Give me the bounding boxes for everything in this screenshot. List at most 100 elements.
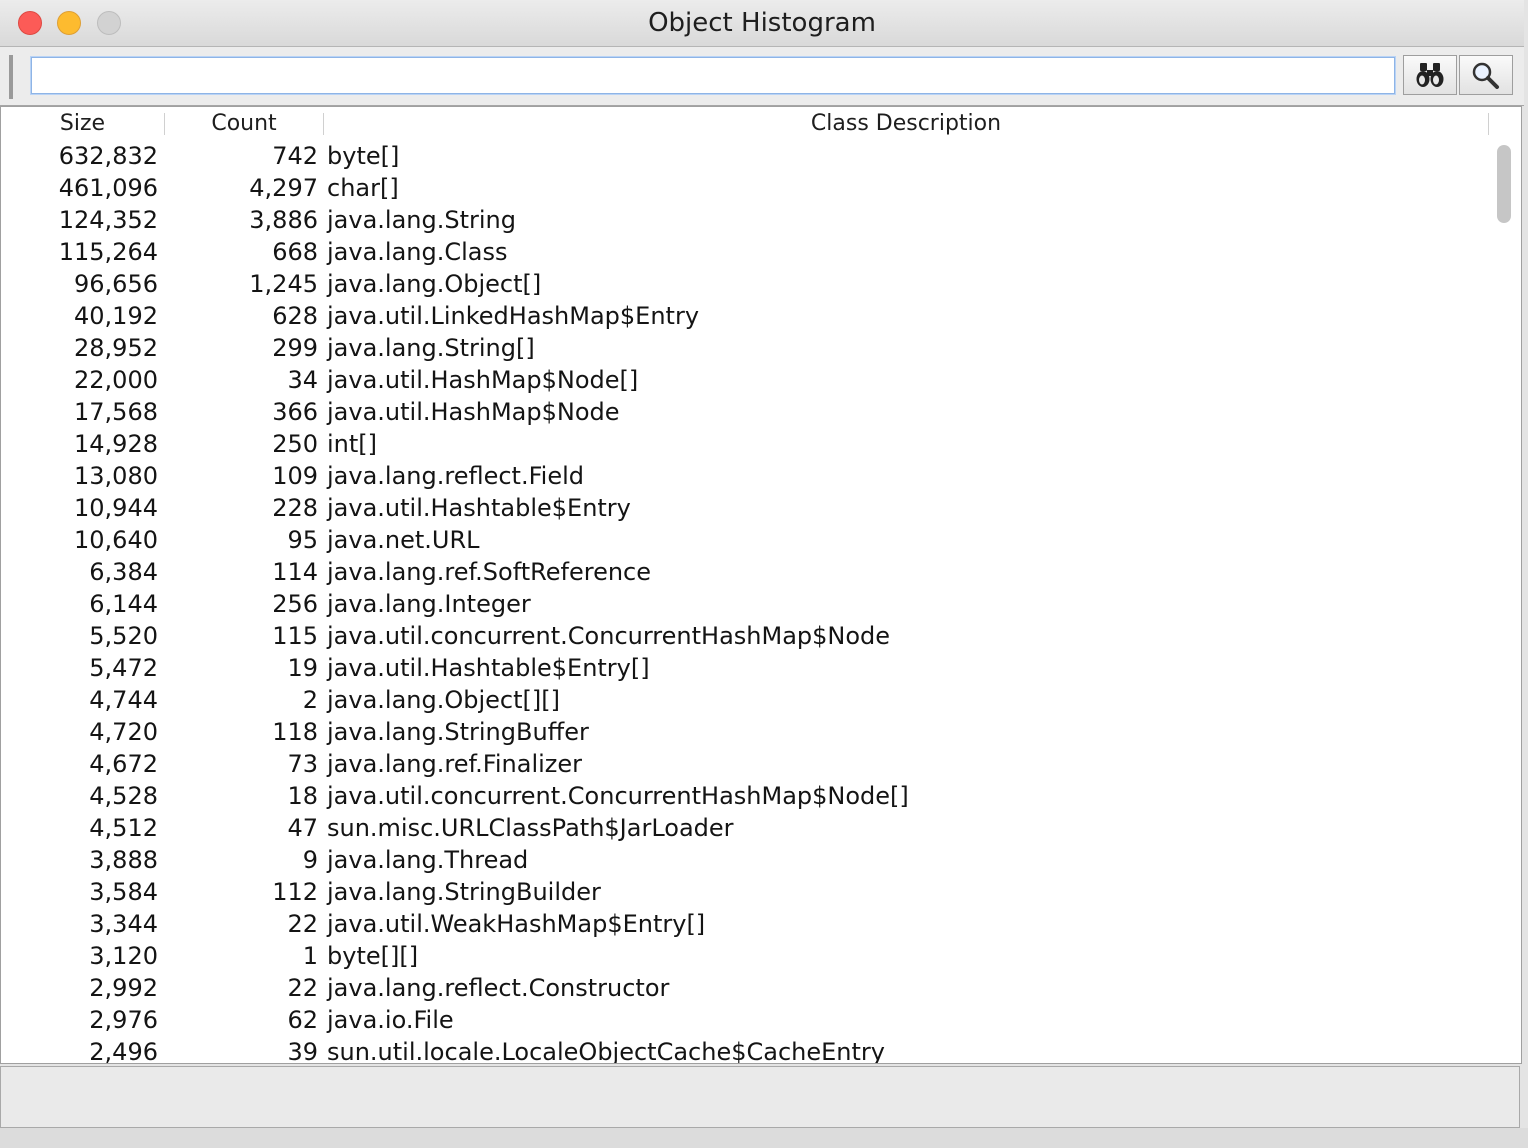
title-bar: Object Histogram xyxy=(0,0,1524,47)
table-row[interactable]: 124,352 3,886 java.lang.String xyxy=(1,206,1489,238)
class-description-cell: sun.misc.URLClassPath$JarLoader xyxy=(327,814,734,842)
size-cell: 28,952 xyxy=(74,334,158,362)
status-bar xyxy=(0,1066,1520,1128)
count-cell: 47 xyxy=(287,814,318,842)
class-description-cell: java.lang.Thread xyxy=(327,846,529,874)
binoculars-icon xyxy=(1416,63,1444,87)
count-cell: 9 xyxy=(302,846,318,874)
class-description-cell: java.util.concurrent.ConcurrentHashMap$N… xyxy=(327,622,891,650)
count-cell: 95 xyxy=(287,526,318,554)
size-cell: 13,080 xyxy=(74,462,158,490)
table-row[interactable]: 3,344 22 java.util.WeakHashMap$Entry[] xyxy=(1,910,1489,942)
count-cell: 366 xyxy=(272,398,318,426)
count-cell: 114 xyxy=(272,558,318,586)
count-cell: 1 xyxy=(302,942,318,970)
size-cell: 4,528 xyxy=(89,782,158,810)
count-cell: 4,297 xyxy=(249,174,318,202)
window-title: Object Histogram xyxy=(648,8,876,38)
size-cell: 4,512 xyxy=(89,814,158,842)
table-row[interactable]: 13,080 109 java.lang.reflect.Field xyxy=(1,462,1489,494)
table-row[interactable]: 2,992 22 java.lang.reflect.Constructor xyxy=(1,974,1489,1006)
column-header-count[interactable]: Count xyxy=(165,111,323,136)
column-header-class-description[interactable]: Class Description xyxy=(324,111,1488,136)
size-cell: 14,928 xyxy=(74,430,158,458)
size-cell: 632,832 xyxy=(58,142,158,170)
toolbar xyxy=(0,47,1524,106)
size-cell: 115,264 xyxy=(58,238,158,266)
toolbar-grip[interactable] xyxy=(9,55,13,99)
count-cell: 34 xyxy=(287,366,318,394)
size-cell: 22,000 xyxy=(74,366,158,394)
class-description-cell: sun.util.locale.LocaleObjectCache$CacheE… xyxy=(327,1038,885,1064)
count-cell: 250 xyxy=(272,430,318,458)
class-description-cell: java.util.Hashtable$Entry[] xyxy=(327,654,650,682)
count-cell: 19 xyxy=(287,654,318,682)
size-cell: 3,888 xyxy=(89,846,158,874)
window-bottom-edge xyxy=(0,1128,1528,1148)
count-cell: 109 xyxy=(272,462,318,490)
class-description-cell: java.util.LinkedHashMap$Entry xyxy=(327,302,700,330)
table-row[interactable]: 632,832 742 byte[] xyxy=(1,142,1489,174)
count-cell: 118 xyxy=(272,718,318,746)
class-description-cell: java.lang.ref.Finalizer xyxy=(327,750,583,778)
table-header: Size Count Class Description xyxy=(1,107,1489,141)
class-description-cell: java.lang.StringBuilder xyxy=(327,878,601,906)
histogram-table: Size Count Class Description 632,832 742 b… xyxy=(0,106,1522,1064)
table-row[interactable]: 2,976 62 java.io.File xyxy=(1,1006,1489,1038)
class-description-cell: java.lang.reflect.Constructor xyxy=(327,974,670,1002)
size-cell: 2,992 xyxy=(89,974,158,1002)
table-row[interactable]: 28,952 299 java.lang.String[] xyxy=(1,334,1489,366)
search-input[interactable] xyxy=(31,57,1395,94)
table-row[interactable]: 10,640 95 java.net.URL xyxy=(1,526,1489,558)
size-cell: 6,144 xyxy=(89,590,158,618)
size-cell: 461,096 xyxy=(58,174,158,202)
table-row[interactable]: 3,584 112 java.lang.StringBuilder xyxy=(1,878,1489,910)
size-cell: 40,192 xyxy=(74,302,158,330)
table-row[interactable]: 4,528 18 java.util.concurrent.ConcurrentHa… xyxy=(1,782,1489,814)
column-header-size[interactable]: Size xyxy=(1,111,164,136)
size-cell: 10,944 xyxy=(74,494,158,522)
size-cell: 3,344 xyxy=(89,910,158,938)
table-row[interactable]: 115,264 668 java.lang.Class xyxy=(1,238,1489,270)
table-row[interactable]: 4,512 47 sun.misc.URLClassPath$JarLoader xyxy=(1,814,1489,846)
table-row[interactable]: 6,384 114 java.lang.ref.SoftReference xyxy=(1,558,1489,590)
scrollbar-thumb[interactable] xyxy=(1497,145,1511,223)
size-cell: 17,568 xyxy=(74,398,158,426)
size-cell: 6,384 xyxy=(89,558,158,586)
size-cell: 10,640 xyxy=(74,526,158,554)
table-row[interactable]: 5,520 115 java.util.concurrent.ConcurrentH… xyxy=(1,622,1489,654)
count-cell: 73 xyxy=(287,750,318,778)
count-cell: 62 xyxy=(287,1006,318,1034)
size-cell: 3,584 xyxy=(89,878,158,906)
size-cell: 4,720 xyxy=(89,718,158,746)
class-description-cell: java.lang.Class xyxy=(327,238,508,266)
table-row[interactable]: 6,144 256 java.lang.Integer xyxy=(1,590,1489,622)
table-row[interactable]: 4,720 118 java.lang.StringBuffer xyxy=(1,718,1489,750)
count-cell: 1,245 xyxy=(249,270,318,298)
table-row[interactable]: 2,496 39 sun.util.locale.LocaleObjectCache… xyxy=(1,1038,1489,1064)
count-cell: 112 xyxy=(272,878,318,906)
table-row[interactable]: 96,656 1,245 java.lang.Object[] xyxy=(1,270,1489,302)
table-row[interactable]: 40,192 628 java.util.LinkedHashMap$Entry xyxy=(1,302,1489,334)
table-row[interactable]: 3,888 9 java.lang.Thread xyxy=(1,846,1489,878)
table-row[interactable]: 3,120 1 byte[][] xyxy=(1,942,1489,974)
table-row[interactable]: 10,944 228 java.util.Hashtable$Entry xyxy=(1,494,1489,526)
table-row[interactable]: 4,744 2 java.lang.Object[][] xyxy=(1,686,1489,718)
class-description-cell: java.lang.Object[] xyxy=(327,270,542,298)
size-cell: 4,744 xyxy=(89,686,158,714)
table-row[interactable]: 461,096 4,297 char[] xyxy=(1,174,1489,206)
table-row[interactable]: 17,568 366 java.util.HashMap$Node xyxy=(1,398,1489,430)
inspect-button[interactable] xyxy=(1459,55,1513,95)
size-cell: 4,672 xyxy=(89,750,158,778)
table-row[interactable]: 14,928 250 int[] xyxy=(1,430,1489,462)
find-button[interactable] xyxy=(1403,55,1457,95)
size-cell: 96,656 xyxy=(74,270,158,298)
table-row[interactable]: 4,672 73 java.lang.ref.Finalizer xyxy=(1,750,1489,782)
class-description-cell: java.lang.String xyxy=(327,206,516,234)
count-cell: 3,886 xyxy=(249,206,318,234)
table-row[interactable]: 5,472 19 java.util.Hashtable$Entry[] xyxy=(1,654,1489,686)
vertical-scrollbar[interactable] xyxy=(1489,107,1521,1063)
class-description-cell: java.net.URL xyxy=(327,526,480,554)
class-description-cell: byte[] xyxy=(327,142,400,170)
table-row[interactable]: 22,000 34 java.util.HashMap$Node[] xyxy=(1,366,1489,398)
